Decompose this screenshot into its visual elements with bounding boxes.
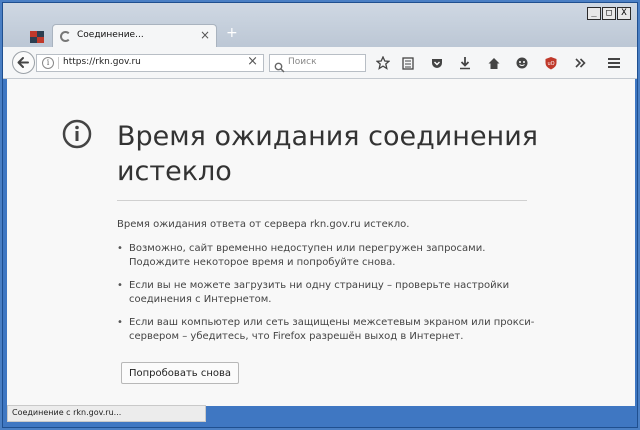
error-title: Время ожидания соединения истекло — [117, 121, 538, 187]
pocket-icon[interactable] — [430, 56, 444, 70]
reading-list-icon[interactable] — [401, 56, 415, 70]
suggestion-list: Возможно, сайт временно недоступен или п… — [117, 242, 547, 353]
error-description: Время ожидания ответа от сервера rkn.gov… — [117, 219, 410, 230]
browser-window: _ □ X Соединение... × + i https://rkn.go… — [2, 2, 638, 428]
new-tab-button[interactable]: + — [226, 25, 238, 41]
back-arrow-icon — [17, 57, 29, 68]
site-info-icon[interactable]: i — [42, 57, 54, 69]
app-icon[interactable] — [30, 31, 44, 43]
url-bar[interactable]: i https://rkn.gov.ru × — [36, 54, 264, 72]
retry-button[interactable]: Попробовать снова — [121, 362, 240, 384]
divider — [117, 200, 527, 201]
status-bar: Соединение с rkn.gov.ru... — [7, 405, 206, 422]
back-button[interactable] — [12, 51, 35, 74]
chat-icon[interactable] — [515, 56, 529, 70]
error-page: Время ожидания соединения истекло Время … — [7, 79, 635, 406]
bookmark-star-icon[interactable] — [376, 56, 390, 70]
status-text: Соединение с rkn.gov.ru... — [12, 408, 122, 417]
window-controls: _ □ X — [587, 7, 631, 20]
maximize-button[interactable]: □ — [602, 7, 616, 20]
search-icon — [274, 62, 285, 73]
svg-text:uO: uO — [547, 61, 554, 67]
search-placeholder[interactable]: Поиск — [288, 57, 317, 67]
list-item: Если ваш компьютер или сеть защищены меж… — [117, 316, 547, 344]
search-bar[interactable]: Поиск — [269, 54, 366, 73]
loading-spinner-icon — [60, 31, 71, 42]
list-item: Возможно, сайт временно недоступен или п… — [117, 242, 547, 270]
overflow-chevron-icon[interactable] — [573, 56, 587, 70]
navigation-bar: i https://rkn.gov.ru × Поиск uO — [3, 47, 637, 79]
url-separator — [58, 57, 59, 69]
tab-title: Соединение... — [77, 30, 144, 40]
list-item: Если вы не можете загрузить ни одну стра… — [117, 279, 547, 307]
close-button[interactable]: X — [617, 7, 631, 20]
home-icon[interactable] — [487, 56, 501, 70]
minimize-button[interactable]: _ — [587, 7, 601, 20]
url-text[interactable]: https://rkn.gov.ru — [63, 57, 141, 67]
title-bar: _ □ X Соединение... × + — [3, 3, 637, 48]
stop-icon[interactable]: × — [247, 54, 258, 69]
hamburger-menu-icon[interactable] — [607, 56, 621, 70]
info-icon — [62, 119, 92, 149]
download-icon[interactable] — [458, 56, 472, 70]
active-tab[interactable]: Соединение... × — [52, 24, 217, 48]
tab-close-icon[interactable]: × — [200, 28, 210, 42]
ublock-shield-icon[interactable]: uO — [544, 56, 558, 70]
